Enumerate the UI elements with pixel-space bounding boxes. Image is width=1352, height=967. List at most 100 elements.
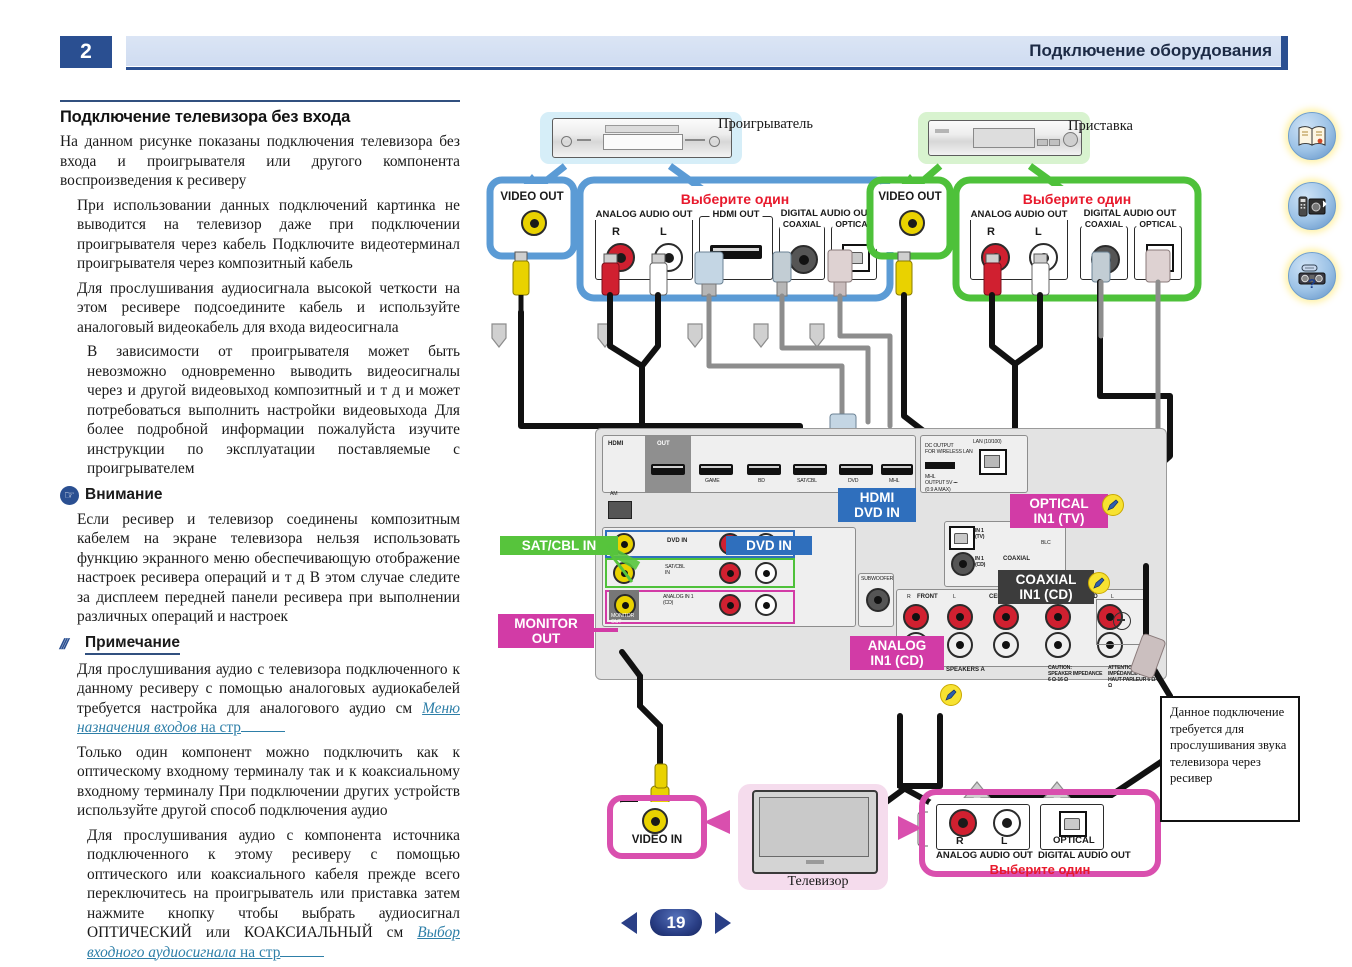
player-coaxial-group: COAXIAL (779, 219, 825, 280)
attention-text: ATTENTION: IMPÉDANCE DE HAUT-PARLEUR 6 Ω… (1108, 665, 1163, 689)
page-number: 19 (650, 909, 702, 936)
speaker-post-front-l-neg (947, 632, 973, 658)
player-video-out-jack (521, 210, 547, 236)
tv-optical-caption: OPTICAL (1053, 835, 1095, 846)
player-analog-caption: ANALOG AUDIO OUT (592, 209, 696, 220)
tv-analog-l-label: L (1001, 835, 1008, 847)
tv-choose-one: Выберите один (989, 862, 1091, 877)
settop-digital-group: DIGITAL AUDIO OUT COAXIAL OPTICAL (1080, 208, 1182, 280)
page-footer: 19 (0, 909, 1352, 936)
player-coaxial-jack (789, 245, 818, 274)
settop-coaxial-jack (1091, 245, 1120, 274)
callout-sat-cbl-in: SAT/CBL IN (500, 536, 618, 555)
optical-in1-port (949, 526, 975, 550)
speaker-post-sur-r-pos (1045, 604, 1071, 630)
page-title: Подключение телевизора без входа (60, 108, 351, 126)
speakers-a-label: SPEAKERS A (946, 667, 985, 673)
callout-hdmi-dvd-in: HDMI DVD IN (838, 488, 916, 522)
dc-output-port (925, 462, 955, 469)
player-optical-port (842, 244, 870, 272)
manual-page: 2 Подключение оборудования Подключение т… (0, 0, 1352, 961)
note-item-1: Только один компонент можно подключить к… (77, 743, 460, 820)
hdmi-port-mhl (881, 464, 913, 475)
settop-coaxial-caption: COAXIAL (1081, 219, 1127, 229)
player-hdmi-group: HDMI OUT (699, 209, 773, 280)
settop-video-out-box: VIDEO OUT (874, 184, 946, 252)
player-video-out-box: VIDEO OUT (494, 184, 570, 252)
subwoofer-label: SUBWOOFER (861, 576, 894, 582)
speaker-post-center-neg (993, 632, 1019, 658)
pencil-icon-coaxial (1088, 572, 1110, 594)
player-hdmi-caption: HDMI OUT (709, 209, 763, 220)
settop-analog-r-label: R (987, 226, 995, 238)
settop-digital-caption: DIGITAL AUDIO OUT (1080, 208, 1180, 219)
speaker-post-front-l-pos (947, 604, 973, 630)
settop-analog-l-jack (1029, 243, 1058, 272)
pencil-icon-analog (940, 684, 962, 706)
settop-label: Приставка (1068, 118, 1133, 134)
player-device (552, 118, 732, 158)
am-antenna-terminal (608, 501, 632, 519)
tv-device (752, 790, 878, 874)
coaxial-in1-label: IN 1 (CD) (975, 556, 986, 568)
warning-text: Если ресивер и телевизор соединены компо… (77, 510, 460, 626)
receiver-lan-section: DC OUTPUT FOR WIRELESS LAN LAN (10/100) … (920, 435, 1028, 493)
speaker-post-sur-r-neg (1045, 632, 1071, 658)
tv-analog-group: R L (936, 804, 1030, 850)
player-analog-audio-group: ANALOG AUDIO OUT R L (592, 209, 696, 280)
settop-analog-audio-group: ANALOG AUDIO OUT R L (967, 209, 1071, 280)
am-label: AM (610, 491, 618, 497)
callout-monitor-out: MONITOR OUT (498, 614, 594, 648)
tv-analog-r-jack (949, 809, 977, 837)
monitor-out-row-label: MONITOR OUT (611, 613, 634, 625)
settop-device (928, 120, 1082, 156)
hdmi-port-out (651, 464, 685, 475)
hdmi-port-5-label: MHL (889, 478, 900, 484)
lan-port (979, 449, 1007, 475)
hdmi-port-game (699, 464, 733, 475)
hdmi-port-1-label: GAME (705, 478, 720, 484)
player-hdmi-port (710, 245, 762, 259)
settop-video-out-jack (899, 210, 925, 236)
player-analog-l-jack (654, 243, 683, 272)
settop-video-out-label: VIDEO OUT (878, 191, 942, 203)
caution-text: CAUTION: SPEAKER IMPEDANCE 6 Ω-16 Ω (1048, 665, 1103, 683)
next-page-arrow[interactable] (715, 911, 731, 934)
note-item-2: Для прослушивания аудио с компонента ист… (87, 826, 460, 963)
player-digital-caption: DIGITAL AUDIO OUT (777, 208, 877, 219)
paragraph-2: Для прослушивания аудиосигнала высокой ч… (77, 279, 460, 336)
wireless-lan-label: DC OUTPUT FOR WIRELESS LAN (925, 443, 973, 455)
ground-terminal-box (1096, 599, 1146, 645)
section-rule (60, 100, 460, 102)
page-header: 2 Подключение оборудования (60, 36, 1288, 70)
callout-coaxial-in1-cd: COAXIAL IN1 (CD) (998, 570, 1094, 604)
player-analog-l-label: L (660, 226, 667, 238)
speaker-post-front-r-pos (903, 604, 929, 630)
tv-video-in-label: VIDEO IN (631, 834, 683, 846)
coaxial-in1-jack (951, 552, 975, 576)
hdmi-port-4-label: DVD (848, 478, 859, 484)
tv-video-in-box: VIDEO IN (614, 802, 700, 852)
player-label: Проигрыватель (718, 116, 814, 132)
mhl-power-note: MHL OUTPUT 5V ⎓ (0.9 A MAX) (925, 474, 958, 493)
prev-page-arrow[interactable] (621, 911, 637, 934)
speaker-front-r: R (907, 594, 911, 600)
optical-in1-label: IN 1 (TV) (975, 528, 985, 540)
note-item-0-text: Для прослушивания аудио с телевизора под… (77, 660, 460, 717)
callout-analog-in1-cd: ANALOG IN1 (CD) (850, 636, 944, 670)
tv-optical-port (1059, 811, 1087, 837)
svg-text:?: ? (1308, 276, 1316, 289)
warning-heading: ☞ Внимание (60, 485, 460, 505)
jack-satcbl-audio-l (755, 562, 777, 584)
paragraph-intro: На данном рисунке показаны подключения т… (60, 133, 460, 189)
player-analog-r-jack (606, 243, 635, 272)
blc-label: BLC (1041, 540, 1051, 546)
hdmi-port-0-label: OUT (657, 441, 670, 447)
player-digital-group: DIGITAL AUDIO OUT COAXIAL OPTICAL (777, 208, 877, 280)
hdmi-port-dvd (839, 464, 873, 475)
paragraph-3: В зависимости от проигрывателя может быт… (87, 343, 460, 477)
tv-video-in-jack (642, 808, 668, 834)
tv-analog-l-jack (993, 809, 1021, 837)
note-item-0: Для прослушивания аудио с телевизора под… (77, 660, 460, 738)
hdmi-port-satcbl (793, 464, 827, 475)
